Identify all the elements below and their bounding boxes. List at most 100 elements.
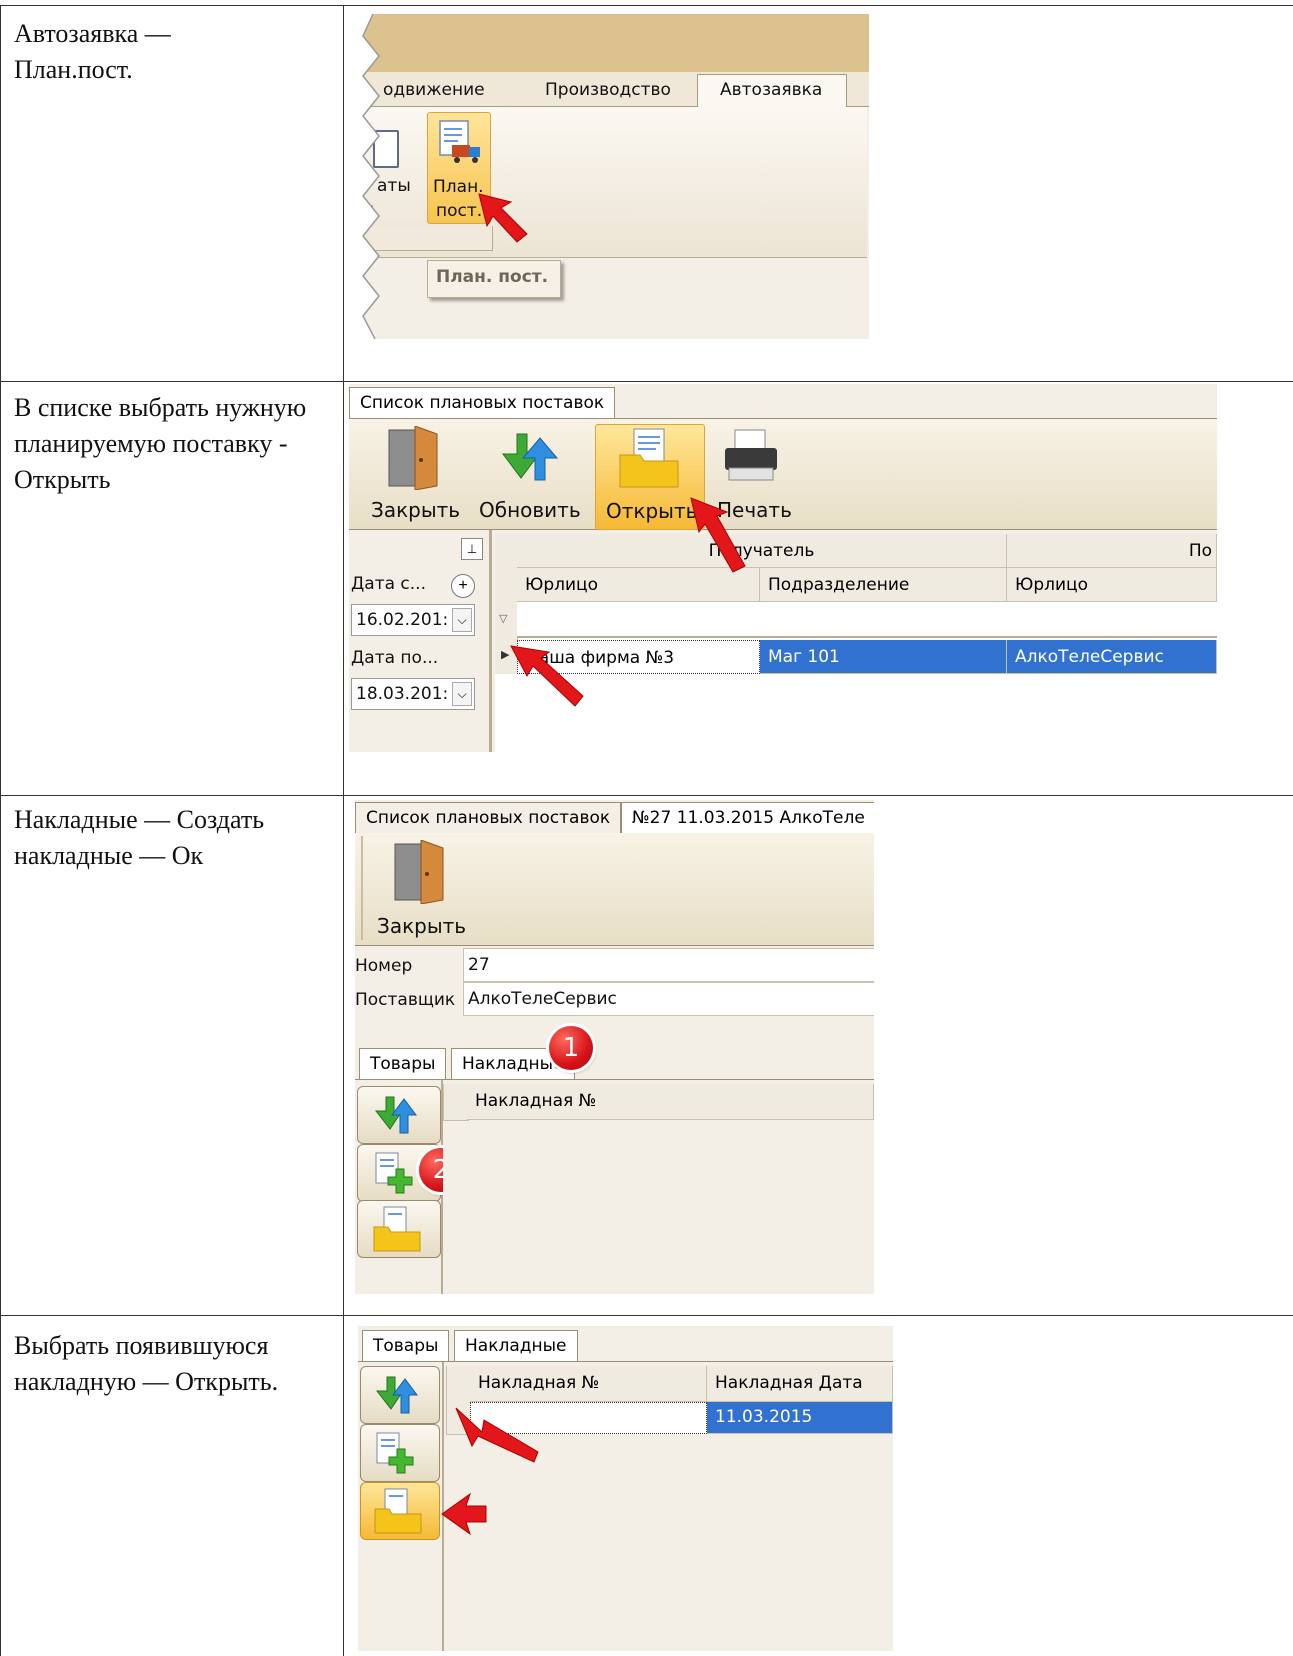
- number-value: 27: [468, 955, 490, 975]
- row-legal-2-value: АлкоТелеСервис: [1015, 647, 1164, 667]
- column-header-legal-2[interactable]: Юрлицо: [1007, 568, 1217, 602]
- step-1-text: Автозаявка — План.пост.: [14, 19, 171, 84]
- torn-edge: [359, 14, 380, 339]
- date-from-label: Дата с...: [351, 574, 426, 594]
- table-border-top: [0, 5, 1293, 6]
- screenshot-ribbon: одвижение Производство Автозаявка аты п …: [359, 14, 869, 339]
- date-to-value: 18.03.201:: [356, 684, 449, 704]
- date-from-add-icon[interactable]: +: [451, 574, 475, 598]
- tab-goods[interactable]: Товары: [362, 1330, 450, 1361]
- column-header-division-label: Подразделение: [768, 575, 910, 595]
- create-invoice-button[interactable]: [360, 1424, 440, 1482]
- tab-planned-deliveries-label: Список плановых поставок: [360, 393, 605, 413]
- date-to-label: Дата по...: [351, 648, 439, 668]
- screenshot-planned-deliveries: Список плановых поставок Закрыть Обновит…: [349, 384, 1217, 752]
- add-document-icon: [375, 1152, 413, 1194]
- tab-autoorder-label: Автозаявка: [720, 80, 823, 100]
- red-arrow-icon: [478, 193, 528, 243]
- step-2-text: В списке выбрать нужную планируемую пост…: [14, 393, 307, 494]
- close-button[interactable]: Закрыть: [363, 424, 460, 524]
- supplier-label: Поставщик: [355, 990, 456, 1010]
- tab-invoices-label: Накладные: [462, 1054, 564, 1074]
- table-row-legal-2[interactable]: АлкоТелеСервис: [1007, 640, 1217, 674]
- tab-invoices[interactable]: Накладные: [454, 1330, 578, 1361]
- column-header-invoice-no[interactable]: Накладная №: [470, 1366, 707, 1402]
- column-header-invoice-no-label: Накладная №: [478, 1373, 600, 1393]
- instruction-table: Автозаявка — План.пост. В списке выбрать…: [0, 0, 1293, 1656]
- filter-row[interactable]: [517, 602, 1217, 638]
- row-division-value: Маг 101: [768, 647, 840, 667]
- open-folder-icon: [374, 1488, 422, 1534]
- tab-planned-deliveries[interactable]: Список плановых поставок: [349, 387, 616, 418]
- refresh-button[interactable]: [360, 1366, 440, 1424]
- tab-goods[interactable]: Товары: [359, 1048, 447, 1079]
- table-border-row3: [0, 1315, 1293, 1316]
- toolbar-separator: [361, 836, 363, 940]
- group-header-recipient: Получатель: [517, 534, 1007, 568]
- refresh-button[interactable]: [357, 1086, 441, 1144]
- tab-delivery-27[interactable]: №27 11.03.2015 АлкоТеле: [621, 802, 874, 833]
- ribbon-title-bar: [359, 14, 869, 72]
- column-header-invoice-date[interactable]: Накладная Дата: [707, 1366, 893, 1402]
- filter-icon[interactable]: ▽: [499, 612, 507, 625]
- supplier-field[interactable]: АлкоТелеСервис: [463, 982, 874, 1016]
- door-icon: [388, 426, 438, 490]
- group-header-supplier-label: По: [1188, 541, 1212, 561]
- open-folder-icon: [619, 428, 679, 488]
- table-border-row2: [0, 795, 1293, 796]
- step-3-text: Накладные — Создать накладные — Ок: [14, 805, 265, 870]
- open-invoice-button[interactable]: [360, 1482, 440, 1540]
- door-icon: [394, 840, 444, 904]
- chevron-down-icon[interactable]: ⌵: [452, 682, 472, 706]
- tab-goods-label: Товары: [370, 1054, 436, 1074]
- filter-panel: [349, 530, 492, 752]
- table-row-invoice-date[interactable]: 11.03.2015: [707, 1402, 893, 1434]
- add-document-icon: [376, 1432, 414, 1474]
- refresh-button-label: Обновить: [479, 498, 581, 522]
- step-4-text: Выбрать появившуюся накладную — Открыть.: [14, 1331, 279, 1396]
- tab-planned-deliveries-label: Список плановых поставок: [366, 808, 611, 828]
- tab-planned-deliveries[interactable]: Список плановых поставок: [355, 802, 622, 833]
- tab-production[interactable]: Производство: [545, 80, 671, 100]
- refresh-arrows-icon: [375, 1376, 418, 1414]
- red-arrow-icon: [510, 645, 584, 707]
- tab-autoorder[interactable]: Автозаявка: [697, 74, 847, 108]
- plan-button-line2: пост.: [436, 201, 483, 221]
- tooltip: План. пост.: [427, 260, 561, 298]
- chevron-down-icon[interactable]: ⌵: [452, 608, 472, 632]
- refresh-button[interactable]: Обновить: [475, 424, 585, 524]
- document-truck-icon: [439, 120, 480, 163]
- printer-icon: [725, 429, 777, 481]
- column-header-division[interactable]: Подразделение: [760, 568, 1007, 602]
- group-header-supplier: По: [1007, 534, 1217, 568]
- column-header-legal-2-label: Юрлицо: [1015, 575, 1089, 595]
- open-folder-icon: [373, 1206, 421, 1252]
- close-button[interactable]: Закрыть: [373, 838, 473, 942]
- tooltip-text: План. пост.: [436, 267, 549, 287]
- close-button-label: Закрыть: [371, 498, 461, 522]
- column-header-invoice-date-label: Накладная Дата: [715, 1373, 863, 1393]
- open-invoice-button[interactable]: [357, 1200, 441, 1258]
- column-header-invoice-no-label: Накладная №: [475, 1091, 597, 1111]
- column-header-invoice-no[interactable]: Накладная №: [467, 1084, 874, 1120]
- column-header-legal-label: Юрлицо: [525, 575, 599, 595]
- grid-indicator-header: [446, 1366, 472, 1403]
- table-border-row1: [0, 381, 1293, 382]
- plan-button-line1: План.: [433, 177, 484, 197]
- screenshot-invoices-tab: Товары Накладные Накладная № Накладная Д…: [358, 1326, 893, 1651]
- red-arrow-icon: [441, 1492, 487, 1536]
- open-button-label: Открыть: [606, 499, 698, 523]
- date-to-field[interactable]: 18.03.201: ⌵: [351, 678, 475, 710]
- table-border-left: [0, 5, 1, 1656]
- table-row-division[interactable]: Маг 101: [760, 640, 1007, 674]
- red-arrow-icon: [455, 1407, 539, 1463]
- supplier-value: АлкоТелеСервис: [468, 989, 617, 1009]
- date-from-field[interactable]: 16.02.201: ⌵: [351, 604, 475, 636]
- number-field[interactable]: 27: [463, 948, 874, 982]
- grid-indicator-header: [443, 1084, 469, 1121]
- tab-delivery-27-label: №27 11.03.2015 АлкоТеле: [632, 808, 865, 828]
- red-arrow-icon: [690, 497, 746, 573]
- date-from-value: 16.02.201:: [356, 610, 449, 630]
- pin-icon[interactable]: ⊥: [461, 538, 483, 560]
- tab-invoices-label: Накладные: [465, 1336, 567, 1356]
